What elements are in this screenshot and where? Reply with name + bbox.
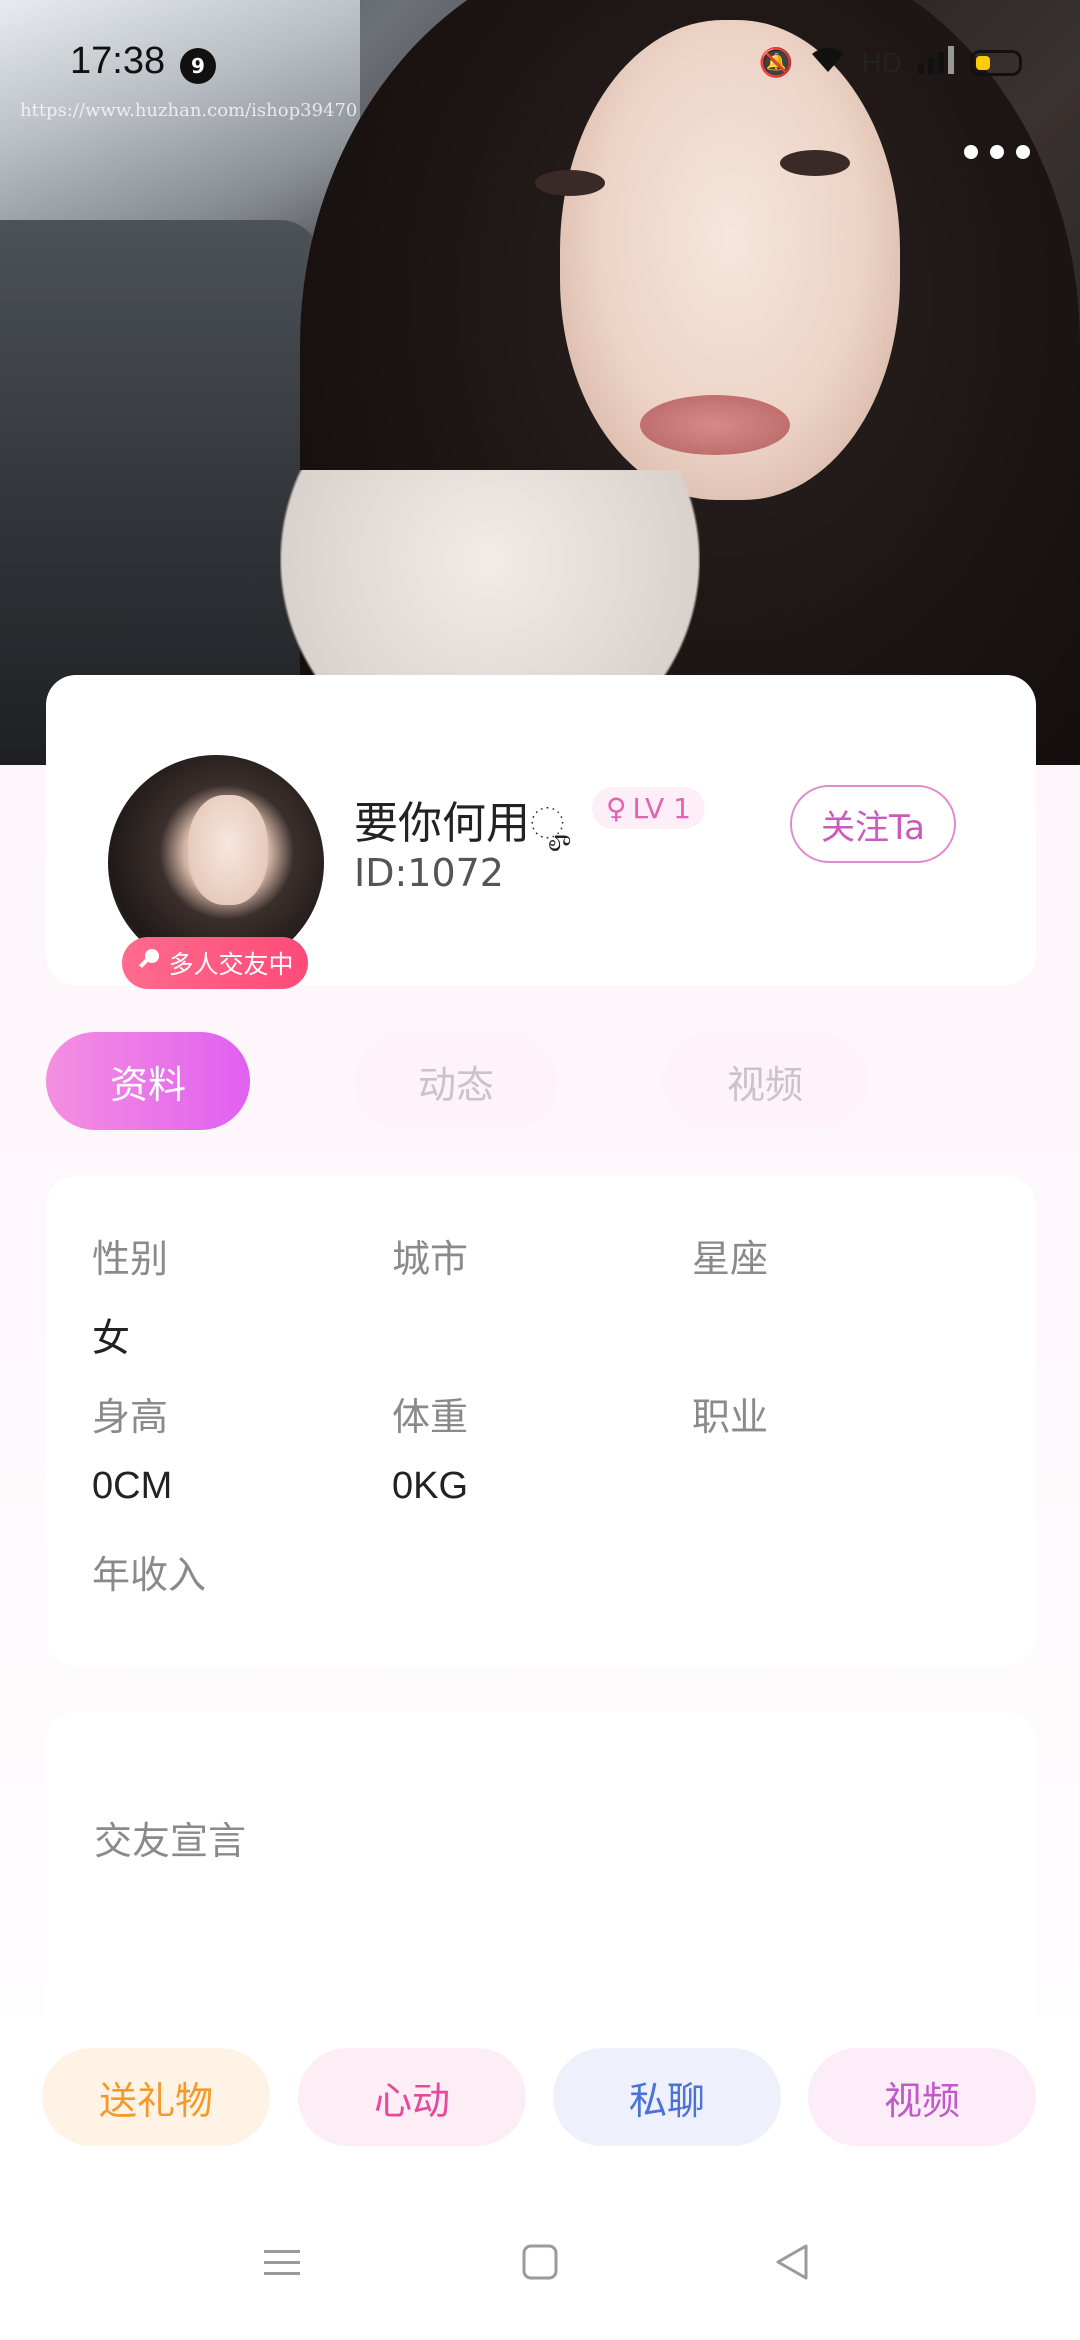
profile-card: 多人交友中 要你何用ೄ ♀ LV 1 ID:1072 关注Ta (46, 675, 1036, 989)
more-dot-icon (1016, 145, 1030, 159)
info-weight-label: 体重 (392, 1395, 469, 1439)
photo-lips (640, 395, 790, 455)
info-card: 性别 女 城市 星座 身高 0CM 体重 0KG 职业 年收入 (46, 1176, 1036, 1666)
hd-indicator: HD (861, 46, 902, 78)
menu-icon[interactable] (262, 2242, 302, 2293)
status-time: 17:38 (70, 40, 166, 82)
info-height-value: 0CM (92, 1465, 173, 1507)
user-name: 要你何用ೄ (354, 798, 572, 849)
signal-icon (916, 44, 956, 81)
battery-icon (970, 49, 1022, 76)
system-nav-bar (0, 2230, 1080, 2340)
level-label: LV 1 (632, 791, 691, 825)
info-height: 身高 0CM (92, 1386, 392, 1508)
photo-eye-left (535, 170, 605, 196)
mute-icon: 🔕 (758, 46, 794, 79)
info-constellation-label: 星座 (692, 1237, 769, 1281)
info-weight: 体重 0KG (392, 1386, 692, 1508)
tab-moments[interactable]: 动态 (354, 1032, 558, 1130)
info-gender: 性别 女 (92, 1228, 392, 1362)
profile-tabs: 资料 动态 视频 (46, 1032, 1036, 1132)
info-height-label: 身高 (92, 1395, 169, 1439)
profile-page: 17:38 9 🔕 HD https://www.huzhan.com/isho… (0, 0, 1080, 2340)
more-dot-icon (964, 145, 978, 159)
back-icon[interactable] (772, 2242, 812, 2293)
tab-videos[interactable]: 视频 (663, 1032, 867, 1130)
follow-button[interactable]: 关注Ta (790, 785, 956, 863)
info-constellation: 星座 (692, 1228, 992, 1307)
private-chat-button[interactable]: 私聊 (553, 2048, 781, 2146)
info-income: 年收入 (92, 1544, 392, 1623)
manifesto-title: 交友宣言 (94, 1819, 247, 1863)
live-status-label: 多人交友中 (168, 950, 294, 979)
info-weight-value: 0KG (392, 1465, 469, 1507)
info-gender-label: 性别 (92, 1237, 169, 1281)
avatar-face (188, 795, 268, 905)
info-job-label: 职业 (692, 1395, 769, 1439)
watermark-url: https://www.huzhan.com/ishop39470 (20, 100, 358, 121)
photo-eye-right (780, 150, 850, 176)
info-city: 城市 (392, 1228, 692, 1307)
home-icon[interactable] (520, 2242, 560, 2293)
info-gender-value: 女 (92, 1318, 131, 1360)
video-call-button[interactable]: 视频 (808, 2048, 1036, 2146)
tab-profile-info[interactable]: 资料 (46, 1032, 250, 1130)
female-icon: ♀ (606, 791, 627, 825)
notification-count-badge: 9 (180, 48, 216, 84)
info-job: 职业 (692, 1386, 992, 1465)
info-city-label: 城市 (392, 1237, 469, 1281)
level-badge: ♀ LV 1 (592, 787, 705, 829)
send-gift-button[interactable]: 送礼物 (42, 2048, 270, 2146)
heartbeat-button[interactable]: 心动 (298, 2048, 526, 2146)
info-income-label: 年收入 (92, 1553, 207, 1597)
microphone-icon (136, 947, 162, 979)
status-icons: 🔕 HD (759, 44, 1022, 81)
user-id: ID:1072 (354, 851, 504, 895)
more-options-button[interactable] (964, 145, 1030, 159)
more-dot-icon (990, 145, 1004, 159)
live-status-badge[interactable]: 多人交友中 (122, 937, 308, 989)
wifi-icon (808, 44, 848, 81)
